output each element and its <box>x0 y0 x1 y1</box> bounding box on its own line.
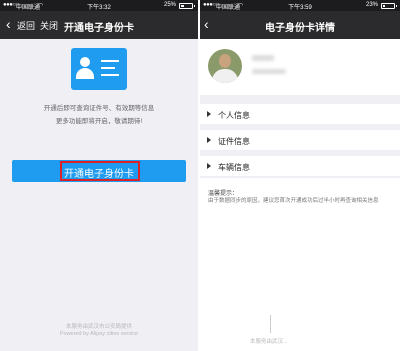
footer-provider: 本服务由武汉... <box>250 339 288 345</box>
id-card-line <box>101 60 119 62</box>
open-id-card-button-label: 开通电子身份卡 <box>64 169 134 180</box>
battery-percent: 25% <box>163 2 176 8</box>
battery-icon <box>179 3 195 9</box>
avatar-shirt <box>212 69 238 83</box>
footer-provider: 本服务由武汉市公安局提供 <box>65 324 132 330</box>
battery-percent: 23% <box>365 2 378 8</box>
section-personal-info[interactable]: 个人信息 <box>200 104 400 124</box>
id-card-avatar-body <box>76 68 94 79</box>
id-card-line <box>101 67 115 69</box>
id-card-icon <box>71 48 127 90</box>
id-card-avatar-head <box>80 57 90 67</box>
screenshot-stage: ●●●○○ 中国联通 ◠ 下午3:32 25% ‹ 返回 关闭 开通电子身份卡 … <box>0 0 400 351</box>
redacted-name <box>252 55 274 61</box>
tips-panel: 温馨提示： 由于数据同步的原因，建议您首次开通成功后过半小时再查询相关信息 <box>200 178 400 351</box>
redacted-id <box>252 69 286 74</box>
battery-icon <box>381 3 397 9</box>
nav-bar: ‹ 电子身份卡详情 <box>200 11 400 39</box>
scroll-indicator <box>270 315 271 333</box>
footer-powered-by: Powered by Alipay cities service <box>59 331 139 337</box>
section-label: 证件信息 <box>218 137 250 146</box>
open-id-card-screen: ●●●○○ 中国联通 ◠ 下午3:32 25% ‹ 返回 关闭 开通电子身份卡 … <box>0 0 198 351</box>
status-bar: ●●●○○ 中国联通 ◠ 下午3:32 25% <box>0 0 198 11</box>
id-card-details-screen: ●●●○○ 中国联通 ◠ 下午3:59 23% ‹ 电子身份卡详情 个人信息 证… <box>200 0 400 351</box>
section-document-info[interactable]: 证件信息 <box>200 130 400 150</box>
id-card-line <box>101 74 119 76</box>
caret-right-icon <box>207 163 211 169</box>
section-vehicle-info[interactable]: 车辆信息 <box>200 156 400 176</box>
avatar <box>208 49 242 83</box>
open-id-card-button[interactable]: 开通电子身份卡 <box>12 160 186 182</box>
info-text-line1: 开通后即可查询证件号、有效期等信息 <box>43 105 155 112</box>
section-label: 车辆信息 <box>218 163 250 172</box>
caret-right-icon <box>207 137 211 143</box>
tips-body: 由于数据同步的原因，建议您首次开通成功后过半小时再查询相关信息 <box>208 198 379 204</box>
tips-title: 温馨提示： <box>208 191 239 197</box>
caret-right-icon <box>207 111 211 117</box>
avatar-face <box>219 54 231 68</box>
page-title: 开通电子身份卡 <box>64 23 134 34</box>
status-bar: ●●●○○ 中国联通 ◠ 下午3:59 23% <box>200 0 400 11</box>
profile-card <box>200 39 400 95</box>
section-label: 个人信息 <box>218 111 250 120</box>
page-title: 电子身份卡详情 <box>265 23 335 34</box>
nav-bar: ‹ 返回 关闭 开通电子身份卡 <box>0 11 198 39</box>
info-text-line2: 更多功能即将开启，敬请期待! <box>55 118 143 125</box>
